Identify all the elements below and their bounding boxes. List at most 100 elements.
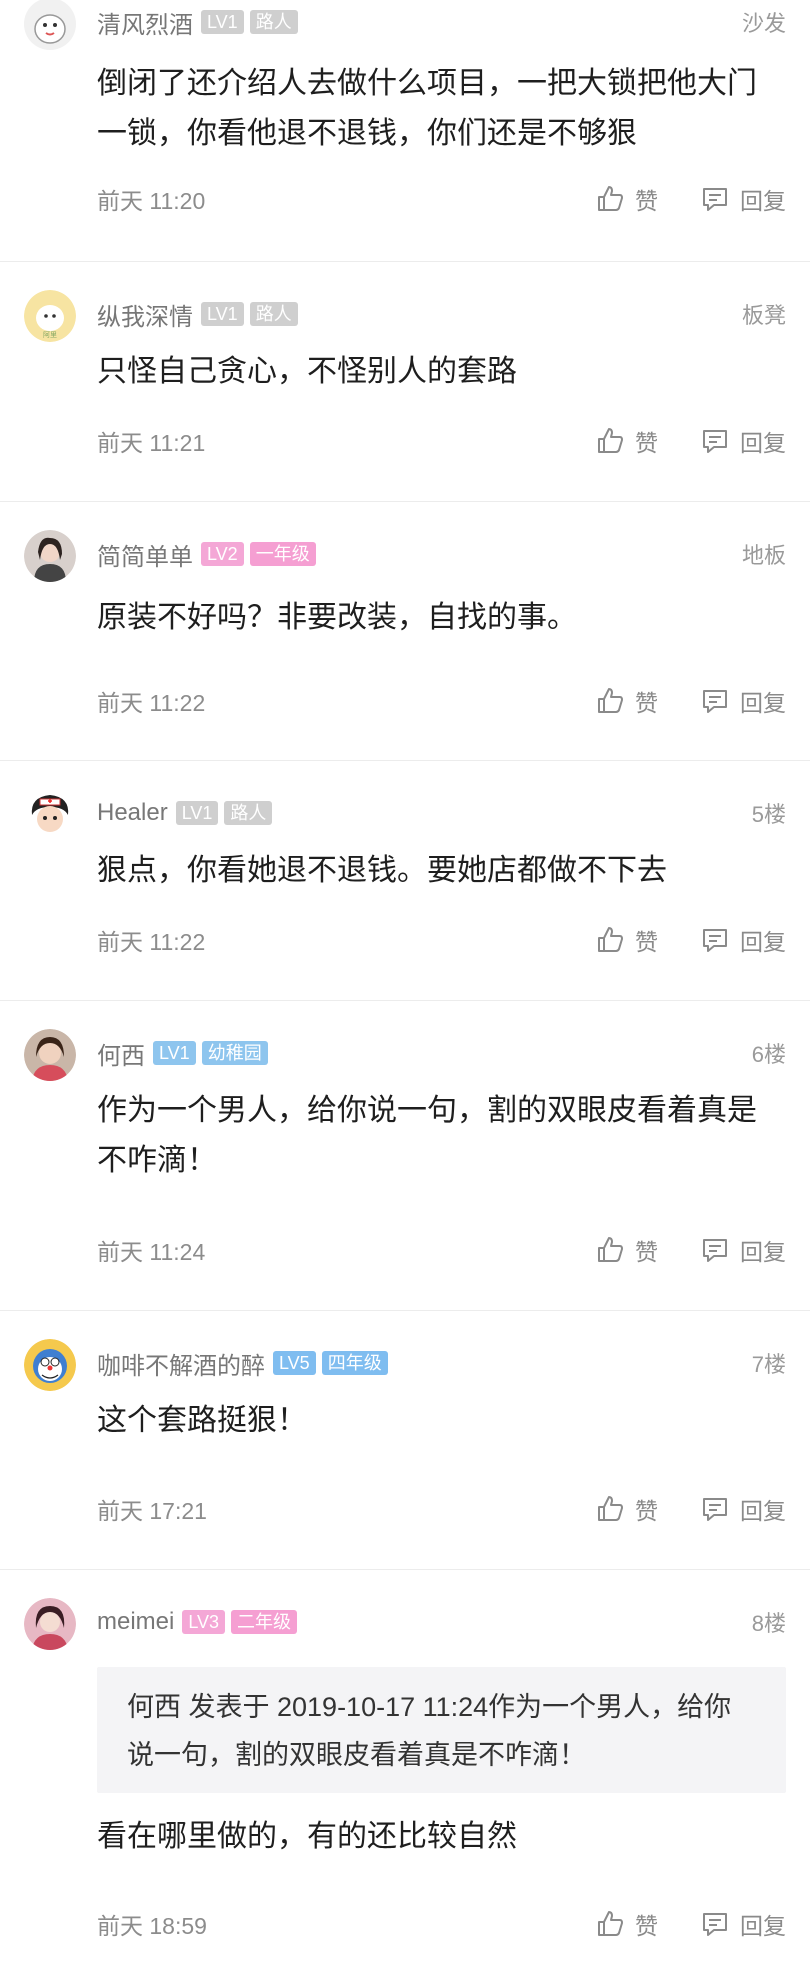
username[interactable]: Healer bbox=[97, 799, 168, 827]
thumbs-up-icon bbox=[598, 1911, 623, 1936]
reply-label: 回复 bbox=[740, 690, 786, 716]
like-button[interactable]: 赞 bbox=[595, 1233, 658, 1267]
reply-label: 回复 bbox=[740, 929, 786, 955]
floor-label: 地板 bbox=[741, 543, 786, 568]
like-button[interactable]: 赞 bbox=[595, 1492, 658, 1526]
reply-label: 回复 bbox=[740, 1913, 786, 1939]
comment-header: 咖啡不解酒的醉 LV5 四年级 7楼 bbox=[97, 1346, 786, 1381]
rank-badge: 二年级 bbox=[231, 1610, 298, 1634]
comment-icon bbox=[703, 1498, 727, 1521]
timestamp: 前天 17:21 bbox=[97, 1498, 207, 1524]
reply-button[interactable]: 回复 bbox=[700, 1233, 786, 1267]
floor-label: 沙发 bbox=[741, 11, 786, 36]
username[interactable]: 咖啡不解酒的醉 bbox=[97, 1346, 265, 1381]
comment-text: 狠点，你看她退不退钱。要她店都做不下去 bbox=[97, 854, 667, 887]
level-badge: LV1 bbox=[201, 302, 244, 326]
thumbs-up-icon bbox=[598, 1237, 623, 1262]
comment-text: 只怪自己贪心，不怪别人的套路 bbox=[97, 355, 517, 388]
comment-header: meimei LV3 二年级 8楼 bbox=[97, 1606, 786, 1638]
thumbs-up-icon bbox=[598, 688, 623, 713]
comment-item: 咖啡不解酒的醉 LV5 四年级 7楼 这个套路挺狠！ 前天 17:21 赞 回复 bbox=[0, 1311, 810, 1570]
like-label: 赞 bbox=[635, 188, 658, 214]
level-badge: LV2 bbox=[201, 542, 244, 566]
reply-label: 回复 bbox=[740, 1498, 786, 1524]
reply-button[interactable]: 回复 bbox=[700, 684, 786, 718]
username[interactable]: 清风烈酒 bbox=[97, 5, 193, 40]
floor-label: 7楼 bbox=[751, 1352, 786, 1377]
level-badge: LV3 bbox=[182, 1610, 226, 1634]
avatar[interactable] bbox=[24, 530, 76, 582]
level-badge: LV5 bbox=[273, 1351, 316, 1375]
timestamp: 前天 11:20 bbox=[97, 188, 206, 214]
reply-label: 回复 bbox=[740, 430, 786, 456]
comment-icon bbox=[703, 690, 727, 713]
like-label: 赞 bbox=[635, 929, 658, 955]
level-badge: LV1 bbox=[153, 1041, 196, 1065]
avatar[interactable] bbox=[24, 0, 76, 50]
reply-button[interactable]: 回复 bbox=[700, 424, 786, 458]
comment-footer: 前天 11:20 赞 回复 bbox=[97, 181, 786, 217]
floor-label: 6楼 bbox=[751, 1042, 786, 1067]
comment-item: 简简单单 LV2 一年级 地板 原装不好吗？非要改装，自找的事。 前天 11:2… bbox=[0, 502, 810, 761]
comment-icon bbox=[703, 1239, 727, 1262]
reply-button[interactable]: 回复 bbox=[700, 923, 786, 957]
avatar[interactable] bbox=[24, 1029, 76, 1081]
reply-label: 回复 bbox=[740, 188, 786, 214]
timestamp: 前天 11:24 bbox=[97, 1239, 206, 1265]
reply-label: 回复 bbox=[740, 1239, 786, 1265]
thumbs-up-icon bbox=[598, 927, 623, 952]
level-badge: LV1 bbox=[175, 801, 219, 825]
comment-text: 原装不好吗？非要改装，自找的事。 bbox=[97, 601, 577, 634]
comment-text: 看在哪里做的，有的还比较自然 bbox=[97, 1820, 517, 1853]
like-label: 赞 bbox=[635, 690, 658, 716]
rank-badge: 四年级 bbox=[321, 1351, 388, 1375]
avatar[interactable] bbox=[24, 1598, 76, 1650]
comment-header: Healer LV1 路人 5楼 bbox=[97, 797, 786, 829]
comment-list: 清风烈酒 LV1 路人 沙发 倒闭了还介绍人去做什么项目，一把大锁把他大门一锁，… bbox=[0, 0, 810, 1986]
username[interactable]: 何西 bbox=[97, 1036, 145, 1071]
comment-footer: 前天 18:59 赞 回复 bbox=[97, 1906, 786, 1942]
comment-header: 纵我深情 LV1 路人 板凳 bbox=[97, 297, 786, 332]
rank-badge: 幼稚园 bbox=[201, 1041, 268, 1065]
username[interactable]: meimei bbox=[97, 1608, 174, 1636]
quoted-comment[interactable]: 何西 发表于 2019-10-17 11:24作为一个男人，给你说一句，割的双眼… bbox=[97, 1667, 786, 1793]
timestamp: 前天 18:59 bbox=[97, 1913, 207, 1939]
floor-label: 8楼 bbox=[751, 1611, 786, 1636]
reply-button[interactable]: 回复 bbox=[700, 182, 786, 216]
floor-label: 5楼 bbox=[751, 802, 786, 827]
like-button[interactable]: 赞 bbox=[595, 182, 658, 216]
comment-footer: 前天 17:21 赞 回复 bbox=[97, 1491, 786, 1527]
username[interactable]: 简简单单 bbox=[97, 537, 193, 572]
rank-badge: 路人 bbox=[249, 10, 298, 34]
avatar[interactable] bbox=[24, 789, 76, 841]
comment-icon bbox=[703, 188, 727, 211]
reply-button[interactable]: 回复 bbox=[700, 1907, 786, 1941]
username[interactable]: 纵我深情 bbox=[97, 297, 193, 332]
comment-item: 何西 LV1 幼稚园 6楼 作为一个男人，给你说一句，割的双眼皮看着真是不咋滴！… bbox=[0, 1001, 810, 1311]
comment-footer: 前天 11:24 赞 回复 bbox=[97, 1232, 786, 1268]
floor-label: 板凳 bbox=[741, 303, 786, 328]
like-button[interactable]: 赞 bbox=[595, 424, 658, 458]
comment-icon bbox=[703, 1913, 727, 1936]
like-label: 赞 bbox=[635, 430, 658, 456]
comment-item: 清风烈酒 LV1 路人 沙发 倒闭了还介绍人去做什么项目，一把大锁把他大门一锁，… bbox=[0, 0, 810, 262]
svg-text:阿里: 阿里 bbox=[43, 330, 57, 339]
timestamp: 前天 11:22 bbox=[97, 929, 206, 955]
comment-footer: 前天 11:22 赞 回复 bbox=[97, 922, 786, 958]
rank-badge: 一年级 bbox=[249, 542, 316, 566]
avatar[interactable] bbox=[24, 1339, 76, 1391]
rank-badge: 路人 bbox=[224, 801, 273, 825]
thumbs-up-icon bbox=[598, 1496, 623, 1521]
thumbs-up-icon bbox=[598, 186, 623, 211]
comment-item: Healer LV1 路人 5楼 狠点，你看她退不退钱。要她店都做不下去 前天 … bbox=[0, 761, 810, 1001]
rank-badge: 路人 bbox=[249, 302, 298, 326]
like-label: 赞 bbox=[635, 1498, 658, 1524]
comment-footer: 前天 11:21 赞 回复 bbox=[97, 423, 786, 459]
comment-header: 清风烈酒 LV1 路人 沙发 bbox=[97, 5, 786, 40]
avatar[interactable]: 阿里 bbox=[24, 290, 76, 342]
like-button[interactable]: 赞 bbox=[595, 923, 658, 957]
comment-icon bbox=[703, 929, 727, 952]
reply-button[interactable]: 回复 bbox=[700, 1492, 786, 1526]
like-button[interactable]: 赞 bbox=[595, 684, 658, 718]
like-button[interactable]: 赞 bbox=[595, 1907, 658, 1941]
